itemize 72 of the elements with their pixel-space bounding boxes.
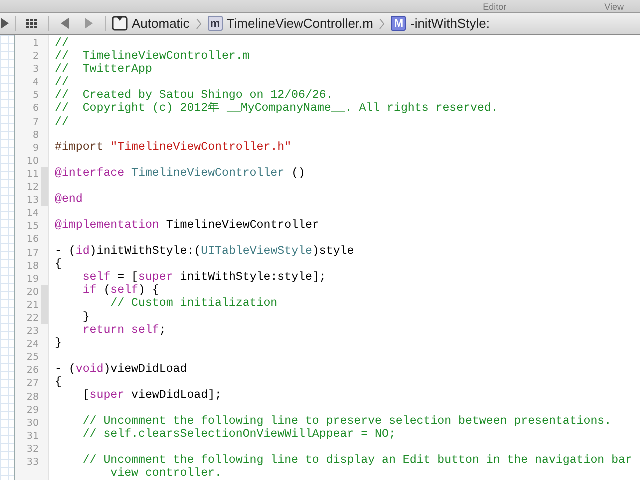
toolbar-label: View bbox=[604, 2, 624, 12]
line-number: 11 bbox=[26, 168, 40, 182]
code-line: // Created by Satou Shingo on 12/06/26. bbox=[55, 89, 334, 102]
code-line: if (self) { bbox=[82, 284, 160, 298]
line-number: 24 bbox=[26, 338, 40, 352]
grid-icon[interactable] bbox=[26, 18, 38, 28]
code-line: { bbox=[55, 376, 63, 389]
code-line: @end bbox=[55, 193, 84, 206]
breadcrumb-item[interactable]: -initWithStyle: bbox=[410, 16, 490, 31]
code-line: self = [super initWithStyle:style]; bbox=[82, 271, 328, 284]
line-number: 7 bbox=[32, 116, 40, 129]
code-line: // self.clearsSelectionOnViewWillAppear = NO; bbox=[82, 428, 397, 441]
code-line: @implementation TimelineViewController bbox=[55, 219, 320, 232]
code-line: view controller. bbox=[110, 466, 223, 480]
line-number: 18 bbox=[26, 260, 40, 273]
chevron-icon bbox=[379, 18, 386, 30]
file-type-badge: M bbox=[391, 16, 406, 31]
code-line: } bbox=[55, 336, 63, 350]
line-number: 5 bbox=[32, 89, 40, 102]
code-line: // TimelineViewController.m bbox=[55, 50, 251, 64]
breadcrumb-item[interactable]: Automatic bbox=[132, 16, 190, 31]
code-line: // Uncomment the following line to display an Edit button in the navigation bar bbox=[82, 454, 634, 467]
line-number: 28 bbox=[26, 390, 40, 404]
line-number: 20 bbox=[26, 286, 40, 299]
line-number: 13 bbox=[26, 194, 40, 208]
code-line: { bbox=[55, 258, 63, 272]
code-line: // Copyright (c) 2012年 __MyCompanyName__. All rights reserved. bbox=[55, 102, 500, 116]
line-number: 9 bbox=[32, 142, 40, 155]
back-arrow-icon[interactable] bbox=[61, 18, 70, 29]
app-icon bbox=[112, 16, 128, 31]
code-line: - (void)viewDidLoad bbox=[55, 362, 188, 376]
code-line: // Custom initialization bbox=[110, 297, 279, 311]
code-line: // Uncomment the following line to preserve selection between presentations. bbox=[82, 414, 613, 428]
code-line: // bbox=[55, 76, 70, 90]
line-number: 19 bbox=[26, 272, 40, 286]
code-line: @interface TimelineViewController () bbox=[55, 167, 306, 180]
line-number: 16 bbox=[26, 233, 40, 246]
line-number: 3 bbox=[32, 63, 40, 76]
line-number: 30 bbox=[26, 416, 40, 430]
play-triangle-icon[interactable] bbox=[0, 18, 9, 29]
code-line: } bbox=[82, 310, 91, 324]
line-number: 22 bbox=[26, 312, 40, 326]
line-number: 14 bbox=[26, 207, 40, 220]
line-number: 25 bbox=[26, 351, 40, 364]
code-line: #import "TimelineViewController.h" bbox=[55, 141, 293, 155]
breadcrumb-item[interactable]: TimelineViewController.m bbox=[226, 16, 374, 31]
code-line: // bbox=[55, 116, 70, 129]
line-number: 33 bbox=[26, 456, 40, 470]
line-number: 27 bbox=[26, 377, 40, 391]
code-line: return self; bbox=[82, 324, 168, 337]
line-number: 26 bbox=[26, 364, 40, 378]
line-number: 1 bbox=[32, 37, 40, 50]
line-number: 29 bbox=[26, 404, 40, 417]
line-number: 6 bbox=[32, 102, 40, 116]
line-number: 21 bbox=[26, 298, 40, 312]
code-line: // bbox=[55, 37, 70, 50]
code-line: - (id)initWithStyle:(UITableViewStyle)style bbox=[55, 245, 356, 258]
chevron-icon bbox=[196, 18, 202, 30]
line-number: 12 bbox=[26, 181, 40, 194]
code-line: // TwitterApp bbox=[55, 63, 154, 76]
code-line: [super viewDidLoad]; bbox=[82, 388, 223, 402]
line-number: 17 bbox=[26, 246, 40, 260]
line-number: 15 bbox=[26, 220, 40, 234]
line-number: 8 bbox=[32, 128, 40, 142]
line-number: 2 bbox=[32, 50, 40, 64]
line-number: 4 bbox=[32, 76, 40, 90]
line-number: 10 bbox=[26, 154, 40, 168]
line-number: 32 bbox=[26, 442, 40, 456]
toolbar-label: Editor bbox=[483, 2, 507, 12]
file-type-badge: m bbox=[208, 16, 223, 31]
line-number: 23 bbox=[26, 325, 40, 338]
line-number: 31 bbox=[26, 430, 40, 443]
